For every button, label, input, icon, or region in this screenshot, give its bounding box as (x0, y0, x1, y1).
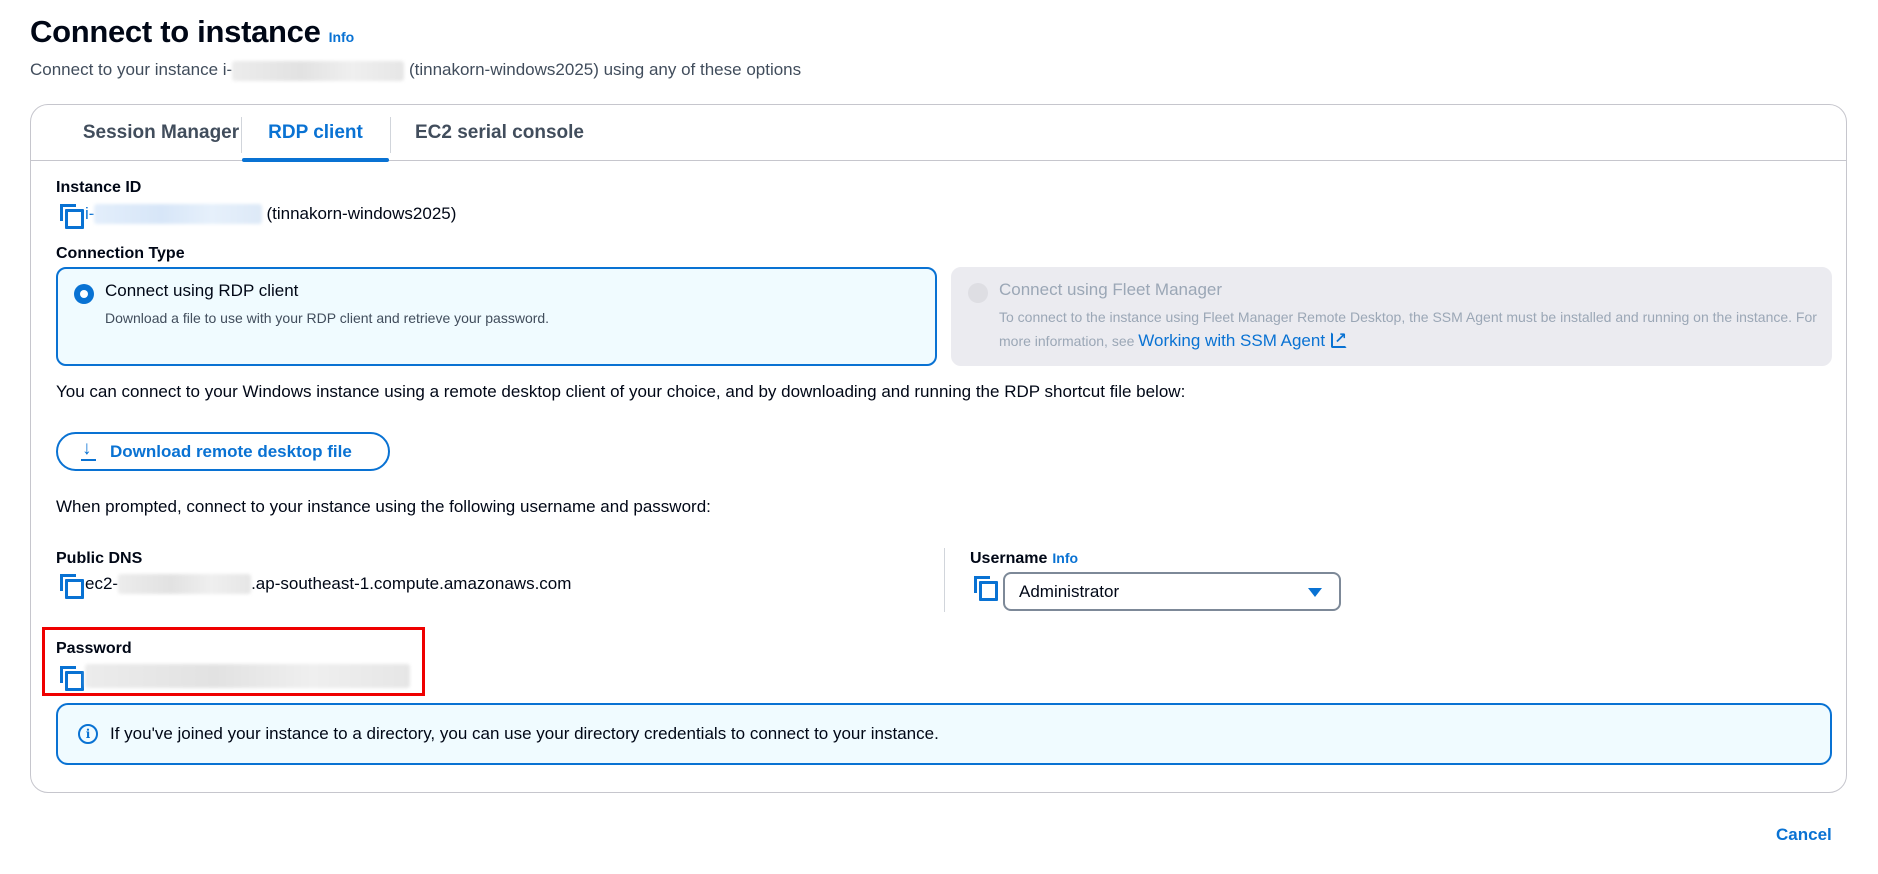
radio-option-rdp-client[interactable]: Connect using RDP client Download a file… (56, 267, 937, 366)
username-info-link[interactable]: Info (1052, 550, 1078, 566)
copy-icon[interactable] (58, 573, 84, 599)
password-value (58, 664, 410, 691)
radio-disabled-icon (968, 283, 988, 303)
download-remote-desktop-file-button[interactable]: Download remote desktop file (56, 432, 390, 471)
external-link-icon (1331, 327, 1348, 350)
prompt-text: When prompted, connect to your instance … (56, 497, 711, 516)
info-icon: i (78, 724, 98, 744)
instance-id-link[interactable]: i- (85, 204, 94, 224)
password-label: Password (56, 640, 132, 657)
redacted-instance-id (232, 60, 405, 81)
page-title: Connect to instance Info (30, 14, 355, 49)
username-select[interactable]: Administrator (1003, 572, 1341, 611)
redacted-instance-id (94, 204, 263, 224)
column-divider (944, 548, 945, 612)
redacted-ip (118, 574, 252, 594)
page-subtitle: Connect to your instance i- (tinnakorn-w… (30, 60, 802, 81)
public-dns-label: Public DNS (56, 550, 143, 567)
tab-bar: Session Manager RDP client EC2 serial co… (31, 105, 1846, 162)
rdp-intro-text: You can connect to your Windows instance… (56, 382, 1186, 401)
copy-icon[interactable] (58, 203, 84, 229)
download-icon (80, 438, 98, 462)
working-with-ssm-agent-link[interactable]: Working with SSM Agent (1138, 327, 1348, 350)
instance-id-label: Instance ID (56, 179, 142, 196)
connection-type-label: Connection Type (56, 245, 185, 262)
title-info-link[interactable]: Info (329, 29, 355, 45)
tab-rdp-client[interactable]: RDP client (242, 105, 389, 162)
tab-session-manager[interactable]: Session Manager (56, 105, 266, 161)
username-label: Username Info (970, 550, 1079, 567)
instance-id-value: i- (tinnakorn-windows2025) (58, 203, 456, 229)
tab-ec2-serial-console[interactable]: EC2 serial console (415, 105, 615, 161)
radio-selected-icon[interactable] (74, 284, 94, 304)
tab-separator (390, 117, 391, 153)
copy-icon[interactable] (972, 575, 998, 601)
caret-down-icon (1308, 588, 1322, 597)
copy-icon[interactable] (58, 665, 84, 691)
redacted-password (85, 664, 410, 688)
public-dns-value: ec2- .ap-southeast-1.compute.amazonaws.co… (58, 573, 571, 599)
info-alert: i If you've joined your instance to a di… (56, 703, 1832, 765)
cancel-button[interactable]: Cancel (1776, 825, 1832, 845)
radio-option-fleet-manager: Connect using Fleet Manager To connect t… (951, 267, 1832, 366)
